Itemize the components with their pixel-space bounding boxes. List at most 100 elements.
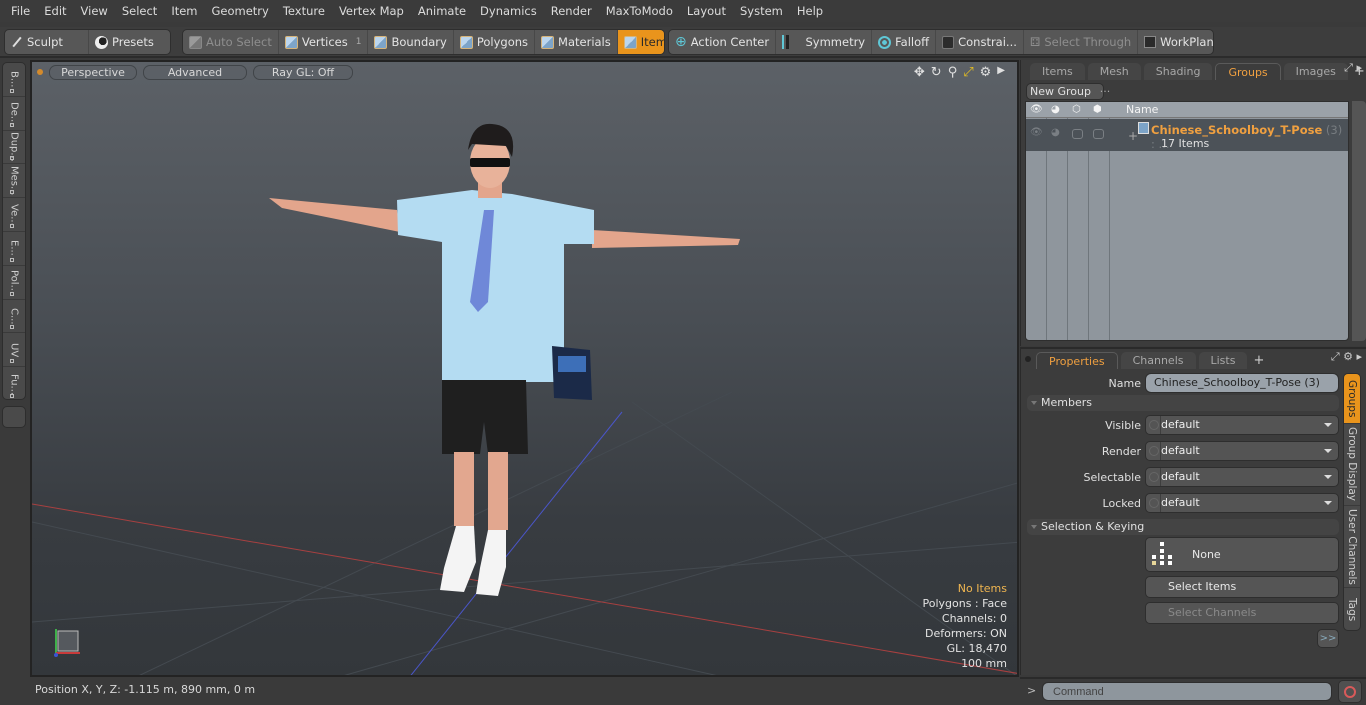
menu-select[interactable]: Select	[115, 0, 164, 22]
book-model[interactable]	[552, 346, 592, 400]
record-macro-button[interactable]	[1338, 680, 1362, 703]
left-tab-polygon[interactable]: Pol...	[3, 266, 25, 300]
name-input[interactable]: Chinese_Schoolboy_T-Pose (3)	[1145, 373, 1339, 393]
row-select-checkbox[interactable]	[1072, 129, 1083, 139]
none-button[interactable]: None	[1145, 537, 1339, 572]
boundary-button[interactable]: Boundary	[368, 30, 454, 54]
name-column-header[interactable]: Name	[1126, 102, 1158, 118]
tab-mesh[interactable]: Mesh ...	[1087, 63, 1141, 95]
left-tab-edge[interactable]: E...	[3, 232, 25, 266]
sculpt-button[interactable]: Sculpt	[5, 30, 89, 54]
status-bar: Position X, Y, Z: -1.115 m, 890 mm, 0 m	[30, 679, 1019, 701]
maximize-icon[interactable]: ⤢	[963, 65, 973, 80]
polygons-button[interactable]: Polygons	[454, 30, 536, 54]
render-column-icon[interactable]: ◕	[1051, 102, 1060, 118]
menu-dynamics[interactable]: Dynamics	[473, 0, 544, 22]
left-tab-duplicate[interactable]: Dup...	[3, 131, 25, 165]
expand-icon[interactable]: +	[1128, 129, 1138, 143]
new-group-button[interactable]: New Group	[1026, 83, 1104, 100]
left-tab-mesh-edit[interactable]: Mes...	[3, 164, 25, 199]
side-tab-group-display[interactable]: Group Display	[1344, 424, 1360, 506]
menu-file[interactable]: File	[4, 0, 37, 22]
vertices-button[interactable]: Vertices 1	[279, 30, 369, 54]
row-render-icon[interactable]: ◕	[1051, 127, 1060, 138]
materials-button[interactable]: Materials	[535, 30, 618, 54]
menu-maxtomodo[interactable]: MaxToModo	[599, 0, 680, 22]
tab-shading[interactable]: Shading	[1143, 63, 1213, 80]
zoom-icon[interactable]: ⚲	[948, 65, 958, 80]
left-tab-vertex[interactable]: Ve...	[3, 198, 25, 232]
tab-groups[interactable]: Groups	[1215, 63, 1281, 80]
items-button[interactable]: Items5	[617, 30, 664, 54]
select-items-button[interactable]: Select Items	[1145, 576, 1339, 598]
workplane-button[interactable]: WorkPlane	[1138, 30, 1213, 54]
locked-dropdown[interactable]: default	[1145, 493, 1339, 513]
lock-column-icon[interactable]: ⬢	[1093, 102, 1102, 118]
menu-animate[interactable]: Animate	[411, 0, 473, 22]
menu-help[interactable]: Help	[790, 0, 830, 22]
3d-viewport[interactable]: Perspective Advanced Ray GL: Off ✥ ↻ ⚲ ⤢…	[30, 60, 1019, 677]
select-column-icon[interactable]: ⬡	[1072, 102, 1081, 118]
left-tab-deform[interactable]: De...	[3, 97, 25, 131]
visibility-column-icon[interactable]: 👁	[1030, 102, 1043, 118]
menu-vertex-map[interactable]: Vertex Map	[332, 0, 411, 22]
tab-images[interactable]: Images	[1283, 63, 1348, 80]
more-button[interactable]: >>	[1317, 629, 1339, 648]
menu-view[interactable]: View	[74, 0, 115, 22]
character-model[interactable]	[269, 123, 740, 596]
left-tab-extra-button[interactable]	[2, 406, 26, 428]
groups-scrollbar[interactable]	[1352, 101, 1366, 341]
radio-icon	[1149, 420, 1159, 430]
tab-corner-icon	[10, 122, 14, 127]
view-mode-dropdown[interactable]: Perspective	[49, 64, 137, 80]
menu-edit[interactable]: Edit	[37, 0, 73, 22]
presets-button[interactable]: Presets	[89, 30, 160, 54]
tab-items[interactable]: Items	[1030, 63, 1085, 80]
tab-properties[interactable]: Properties	[1036, 352, 1118, 369]
side-tab-groups[interactable]: Groups	[1344, 374, 1360, 424]
shading-dropdown[interactable]: Advanced	[143, 64, 247, 80]
left-tab-fusion[interactable]: Fu...	[3, 367, 25, 401]
left-tab-uv[interactable]: UV	[3, 333, 25, 368]
constraints-button[interactable]: Constrai...	[936, 30, 1024, 54]
tab-channels[interactable]: Channels	[1120, 352, 1196, 369]
menu-layout[interactable]: Layout	[680, 0, 733, 22]
visible-dropdown[interactable]: default	[1145, 415, 1339, 435]
members-section[interactable]: Members	[1027, 395, 1339, 411]
action-center-button[interactable]: ⊕ Action Center	[669, 30, 777, 54]
gear-icon[interactable]: ⚙	[980, 65, 992, 80]
raygl-toggle[interactable]: Ray GL: Off	[253, 64, 353, 80]
selectable-label: Selectable	[1083, 471, 1141, 484]
row-lock-checkbox[interactable]	[1093, 129, 1104, 139]
row-visibility-icon[interactable]: 👁	[1030, 127, 1043, 138]
command-input[interactable]	[1042, 682, 1332, 701]
symmetry-button[interactable]: Symmetry	[776, 30, 873, 54]
menu-system[interactable]: System	[733, 0, 790, 22]
menu-render[interactable]: Render	[544, 0, 599, 22]
pan-icon[interactable]: ✥	[914, 65, 925, 80]
arrow-right-icon[interactable]: ▶	[997, 65, 1005, 80]
menu-texture[interactable]: Texture	[276, 0, 332, 22]
panel-settings-icon[interactable]: ⤢ ⚙ ▸	[1331, 350, 1362, 364]
viewport-status-dot[interactable]	[37, 69, 43, 75]
selection-keying-section[interactable]: Selection & Keying	[1027, 519, 1339, 535]
menu-item[interactable]: Item	[164, 0, 204, 22]
workplane-icon	[1144, 36, 1157, 48]
side-tab-user-channels[interactable]: User Channels	[1344, 506, 1360, 588]
select-channels-button[interactable]: Select Channels	[1145, 602, 1339, 624]
selectable-dropdown[interactable]: default	[1145, 467, 1339, 487]
group-row[interactable]: 👁 ◕ + Chinese_Schoolboy_T-Pose (3) : ...…	[1026, 119, 1348, 151]
panel-expand-icon[interactable]: ⤢ ▸	[1344, 61, 1362, 75]
menu-geometry[interactable]: Geometry	[205, 0, 276, 22]
select-through-button[interactable]: ⚃ Select Through	[1024, 30, 1139, 54]
rotate-icon[interactable]: ↻	[931, 65, 942, 80]
falloff-button[interactable]: Falloff	[872, 30, 937, 54]
side-tab-tags[interactable]: Tags	[1344, 588, 1360, 630]
add-tab-button[interactable]: +	[1250, 352, 1267, 369]
viewport-info: No Items Polygons : Face Channels: 0 Def…	[922, 581, 1007, 671]
left-tab-curve[interactable]: C...	[3, 300, 25, 334]
left-tab-basic[interactable]: B...	[3, 63, 25, 97]
auto-select-button[interactable]: Auto Select	[183, 30, 279, 54]
render-dropdown[interactable]: default	[1145, 441, 1339, 461]
tab-lists[interactable]: Lists	[1198, 352, 1248, 369]
